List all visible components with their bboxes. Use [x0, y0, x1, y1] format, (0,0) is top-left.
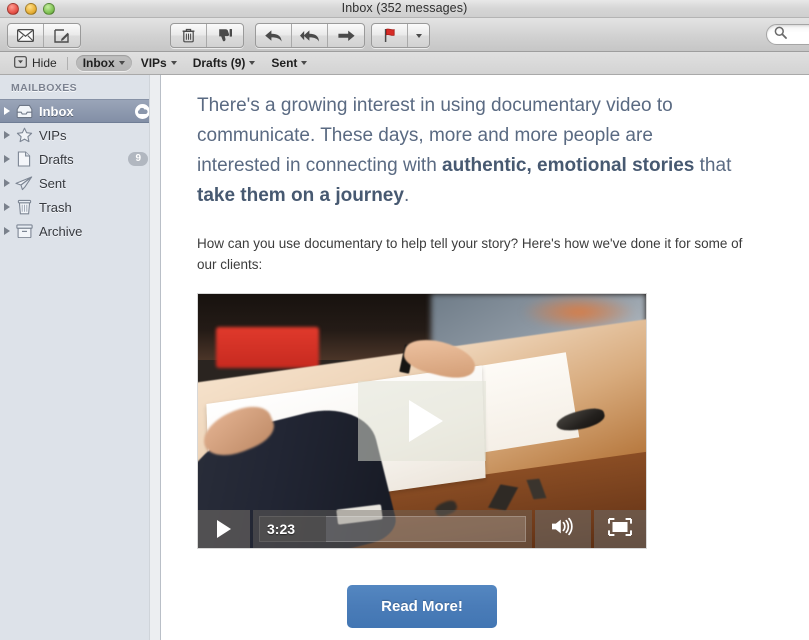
- flag-button[interactable]: [372, 24, 408, 47]
- star-icon: [15, 126, 33, 144]
- draft-page-icon: [15, 150, 33, 168]
- lede-text-part-3: .: [403, 185, 410, 206]
- fullscreen-icon: [608, 517, 632, 541]
- favorite-inbox[interactable]: Inbox: [75, 55, 132, 71]
- get-mail-button[interactable]: [8, 24, 44, 47]
- reply-all-arrow-icon: [299, 29, 321, 43]
- title-bar: Inbox (352 messages): [0, 0, 809, 18]
- toolbar-group-reply: [255, 23, 365, 48]
- lede-text-part-2: that: [694, 155, 732, 176]
- forward-button[interactable]: [328, 24, 364, 47]
- envelope-icon: [17, 29, 34, 42]
- sidebar-item-inbox-label: Inbox: [39, 103, 74, 119]
- delete-button[interactable]: [171, 24, 207, 47]
- sidebar-toggle-icon: [14, 55, 27, 71]
- drafts-count-badge: 9: [128, 152, 148, 166]
- disclosure-triangle-icon[interactable]: [4, 131, 10, 139]
- trash-can-icon: [15, 198, 33, 216]
- search-input[interactable]: [766, 24, 809, 45]
- lede-bold-phrase-1: authentic, emotional stories: [442, 155, 695, 176]
- chevron-down-icon: [415, 33, 422, 38]
- mailbox-sidebar: MAILBOXES Inbox VIPs Drafts 9 Sent Trash…: [0, 75, 161, 640]
- play-triangle-icon: [217, 520, 231, 538]
- reply-all-button[interactable]: [292, 24, 328, 47]
- video-controls-bar: 3:23: [198, 510, 646, 548]
- sidebar-item-archive[interactable]: Archive: [0, 219, 160, 243]
- favorite-inbox-label: Inbox: [82, 56, 115, 70]
- video-scrubber[interactable]: 3:23: [253, 510, 532, 548]
- red-flag-icon: [382, 28, 398, 43]
- reply-arrow-icon: [264, 29, 283, 43]
- flag-menu-button[interactable]: [408, 24, 429, 47]
- sidebar-item-archive-label: Archive: [39, 223, 83, 239]
- sidebar-item-vips-label: VIPs: [39, 127, 67, 143]
- disclosure-triangle-icon[interactable]: [4, 203, 10, 211]
- window-body: MAILBOXES Inbox VIPs Drafts 9 Sent Trash…: [0, 75, 809, 640]
- search-icon: [774, 26, 787, 44]
- compose-pencil-icon: [54, 28, 70, 43]
- favorite-vips[interactable]: VIPs: [134, 55, 184, 71]
- message-content-pane: There's a growing interest in using docu…: [161, 75, 809, 640]
- chevron-down-icon: [249, 61, 256, 65]
- favorites-separator: [66, 56, 68, 70]
- toolbar: [0, 18, 809, 52]
- disclosure-triangle-icon[interactable]: [4, 227, 10, 235]
- sidebar-item-drafts-label: Drafts: [39, 151, 74, 167]
- favorite-sent-label: Sent: [271, 56, 298, 70]
- favorite-drafts[interactable]: Drafts (9): [186, 55, 263, 71]
- thumbs-down-icon: [217, 28, 233, 43]
- favorite-vips-label: VIPs: [140, 56, 167, 70]
- video-volume-button[interactable]: [535, 510, 591, 548]
- compose-button[interactable]: [44, 24, 80, 47]
- inbox-tray-icon: [15, 102, 33, 120]
- disclosure-triangle-icon[interactable]: [4, 179, 10, 187]
- favorite-sent[interactable]: Sent: [264, 55, 314, 71]
- video-play-button[interactable]: [198, 510, 250, 548]
- hide-sidebar-label: Hide: [32, 56, 57, 70]
- paper-plane-icon: [15, 174, 33, 192]
- sidebar-item-inbox[interactable]: Inbox: [0, 99, 160, 123]
- chevron-down-icon: [301, 61, 308, 65]
- cta-container: Read More!: [197, 585, 647, 628]
- disclosure-triangle-icon[interactable]: [4, 155, 10, 163]
- message-body-paragraph: How can you use documentary to help tell…: [197, 236, 743, 272]
- speaker-volume-icon: [550, 517, 576, 541]
- toolbar-group-delete: [170, 23, 244, 48]
- trash-icon: [182, 28, 195, 43]
- window-title: Inbox (352 messages): [341, 1, 468, 15]
- toolbar-group-mail: [7, 23, 81, 48]
- message-lede-paragraph: There's a growing interest in using docu…: [197, 91, 737, 211]
- sidebar-item-trash-label: Trash: [39, 199, 72, 215]
- sidebar-item-sent-label: Sent: [39, 175, 66, 191]
- sidebar-item-sent[interactable]: Sent: [0, 171, 160, 195]
- favorites-bar: Hide Inbox VIPs Drafts (9) Sent: [0, 52, 809, 75]
- mail-window: Inbox (352 messages) Hide Inbox VIPs Dra…: [0, 0, 809, 640]
- play-overlay-button[interactable]: [358, 381, 486, 461]
- hide-sidebar-button[interactable]: Hide: [9, 55, 62, 72]
- chevron-down-icon: [170, 61, 177, 65]
- archive-box-icon: [15, 222, 33, 240]
- video-duration-label: 3:23: [267, 521, 296, 537]
- icloud-status-icon: [135, 103, 150, 119]
- mailboxes-section-title: MAILBOXES: [11, 82, 78, 94]
- play-overlay-icon: [409, 400, 443, 442]
- forward-arrow-icon: [337, 29, 356, 43]
- lede-bold-phrase-2: take them on a journey: [197, 185, 404, 206]
- favorite-drafts-label: Drafts (9): [192, 56, 246, 70]
- sidebar-scrollbar[interactable]: [149, 75, 160, 640]
- sidebar-item-drafts[interactable]: Drafts 9: [0, 147, 160, 171]
- sidebar-item-vips[interactable]: VIPs: [0, 123, 160, 147]
- read-more-button[interactable]: Read More!: [347, 585, 497, 628]
- junk-button[interactable]: [207, 24, 243, 47]
- video-fullscreen-button[interactable]: [594, 510, 646, 548]
- toolbar-group-flag: [371, 23, 430, 48]
- disclosure-triangle-icon[interactable]: [4, 107, 10, 115]
- reply-button[interactable]: [256, 24, 292, 47]
- video-player[interactable]: 3:23: [197, 293, 647, 549]
- chevron-down-icon: [118, 61, 125, 65]
- sidebar-item-trash[interactable]: Trash: [0, 195, 160, 219]
